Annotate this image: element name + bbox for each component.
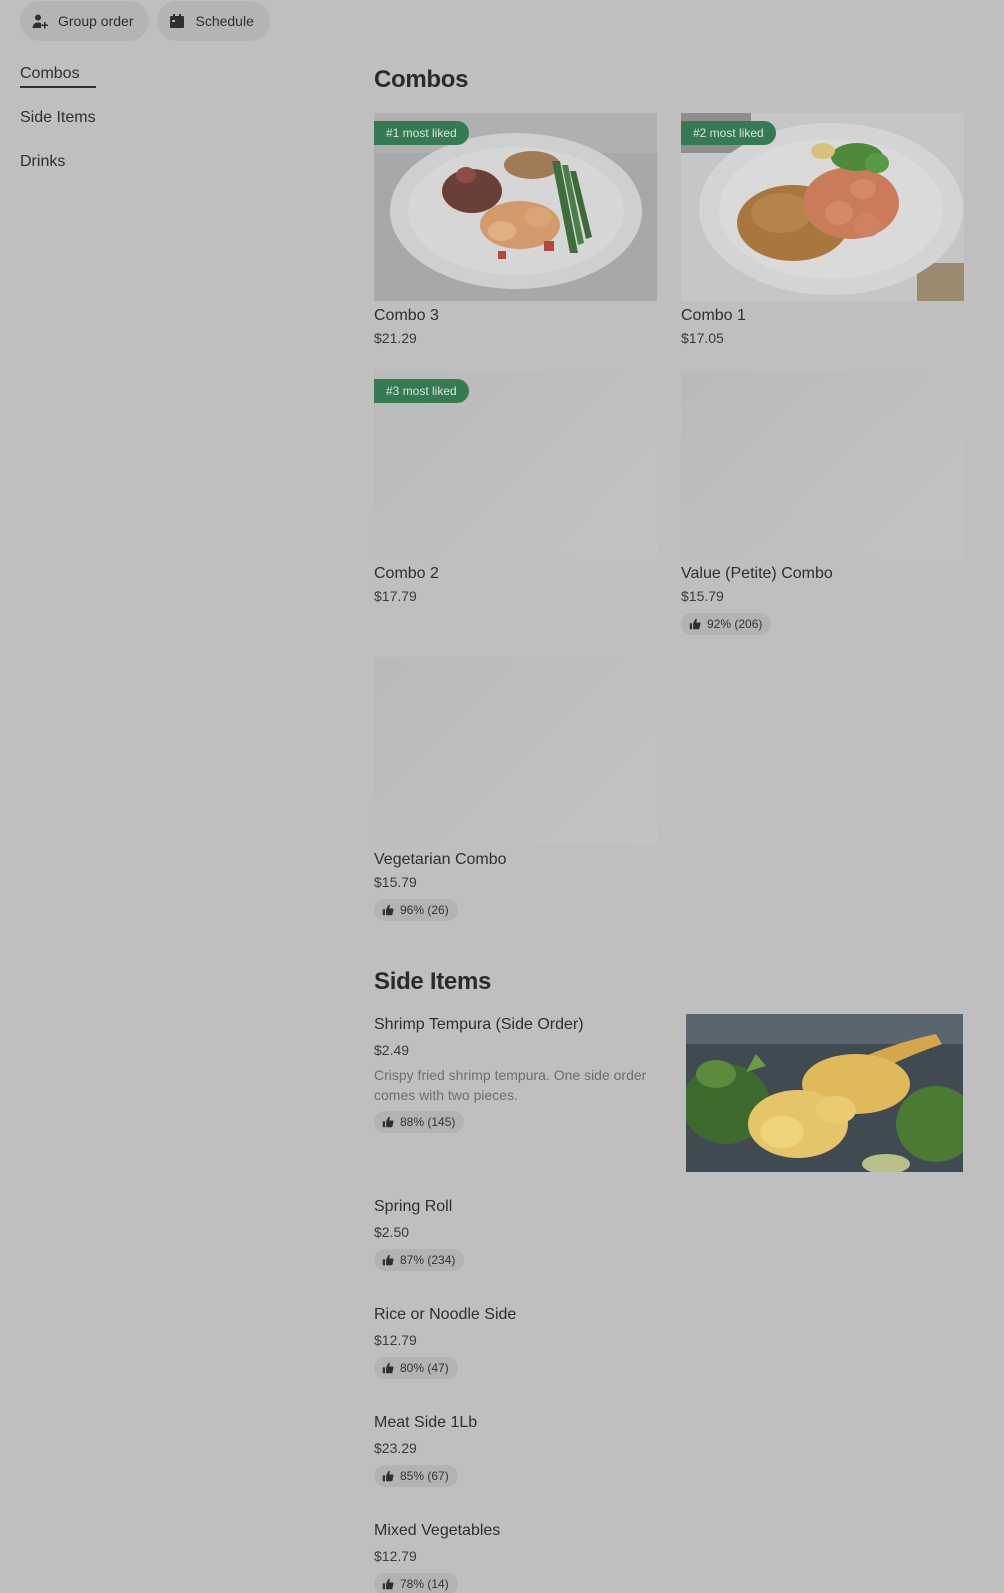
item-price: $17.05: [681, 330, 724, 346]
thumbs-up-icon: [382, 1362, 394, 1374]
item-name: Combo 1: [681, 307, 746, 324]
combos-section-title: Combos: [374, 66, 469, 93]
item-price: $12.79: [374, 1332, 417, 1348]
menu-list-item[interactable]: Spring Roll $2.50 87% (234): [374, 1196, 974, 1271]
food-photo[interactable]: [686, 1014, 963, 1172]
rating-text: 78% (14): [400, 1577, 449, 1591]
menu-list-item[interactable]: Mixed Vegetables $12.79 78% (14): [374, 1520, 974, 1593]
item-name: Value (Petite) Combo: [681, 565, 833, 582]
schedule-button[interactable]: Schedule: [157, 1, 270, 41]
menu-item-card[interactable]: Value (Petite) Combo $15.79 92% (206): [681, 371, 964, 635]
rating-pill: 88% (145): [374, 1111, 465, 1133]
most-liked-badge: #1 most liked: [374, 121, 469, 145]
menu-item-card[interactable]: Vegetarian Combo $15.79 96% (26): [374, 657, 657, 921]
thumbs-up-icon: [382, 904, 394, 916]
image-placeholder: #3 most liked: [374, 371, 657, 559]
menu-item-card[interactable]: #1 most liked Combo 3 $21.29: [374, 113, 657, 349]
menu-list-item[interactable]: Meat Side 1Lb $23.29 85% (67): [374, 1412, 974, 1487]
item-name: Combo 2: [374, 565, 439, 582]
item-price: $21.29: [374, 330, 417, 346]
item-name: Combo 3: [374, 307, 439, 324]
nav-item-combos[interactable]: Combos: [20, 64, 96, 88]
item-price: $15.79: [374, 874, 417, 890]
thumbs-up-icon: [382, 1578, 394, 1590]
side-items-section-title: Side Items: [374, 968, 492, 995]
rating-text: 88% (145): [400, 1115, 456, 1129]
menu-item-card[interactable]: #3 most liked Combo 2 $17.79: [374, 371, 657, 607]
rating-pill: 96% (26): [374, 899, 458, 921]
most-liked-badge: #2 most liked: [681, 121, 776, 145]
person-plus-icon: [32, 13, 48, 29]
food-photo: #1 most liked: [374, 113, 657, 301]
food-photo: #2 most liked: [681, 113, 964, 301]
item-name: Meat Side 1Lb: [374, 1414, 478, 1431]
rating-text: 92% (206): [707, 617, 763, 631]
nav-item-side-items[interactable]: Side Items: [20, 108, 96, 128]
menu-list-item[interactable]: Rice or Noodle Side $12.79 80% (47): [374, 1304, 974, 1379]
item-name: Vegetarian Combo: [374, 851, 507, 868]
top-actions: Group order Schedule: [20, 1, 270, 41]
most-liked-badge: #3 most liked: [374, 379, 469, 403]
calendar-icon: [169, 13, 185, 29]
item-price: $23.29: [374, 1440, 417, 1456]
image-placeholder: [681, 371, 964, 559]
group-order-label: Group order: [58, 13, 134, 29]
thumbs-up-icon: [382, 1116, 394, 1128]
image-placeholder: [374, 657, 657, 845]
rating-pill: 78% (14): [374, 1573, 458, 1593]
category-nav: Combos Side Items Drinks: [20, 64, 96, 196]
item-name: Rice or Noodle Side: [374, 1306, 517, 1323]
rating-text: 96% (26): [400, 903, 449, 917]
rating-text: 85% (67): [400, 1469, 449, 1483]
item-price: $12.79: [374, 1548, 417, 1564]
rating-pill: 80% (47): [374, 1357, 458, 1379]
store-menu-page: Group order Schedule Combos Side Items D…: [0, 0, 1004, 1593]
item-price: $15.79: [681, 588, 724, 604]
rating-pill: 87% (234): [374, 1249, 465, 1271]
nav-item-drinks[interactable]: Drinks: [20, 152, 96, 172]
group-order-button[interactable]: Group order: [20, 1, 150, 41]
rating-text: 87% (234): [400, 1253, 456, 1267]
item-name: Mixed Vegetables: [374, 1522, 501, 1539]
item-price: $17.79: [374, 588, 417, 604]
item-price: $2.50: [374, 1224, 410, 1240]
thumbs-up-icon: [689, 618, 701, 630]
item-description: Crispy fried shrimp tempura. One side or…: [374, 1067, 647, 1103]
rating-pill: 92% (206): [681, 613, 772, 635]
thumbs-up-icon: [382, 1254, 394, 1266]
rating-text: 80% (47): [400, 1361, 449, 1375]
item-name: Spring Roll: [374, 1198, 453, 1215]
rating-pill: 85% (67): [374, 1465, 458, 1487]
menu-item-card[interactable]: #2 most liked Combo 1 $17.05: [681, 113, 964, 349]
schedule-label: Schedule: [195, 13, 254, 29]
thumbs-up-icon: [382, 1470, 394, 1482]
